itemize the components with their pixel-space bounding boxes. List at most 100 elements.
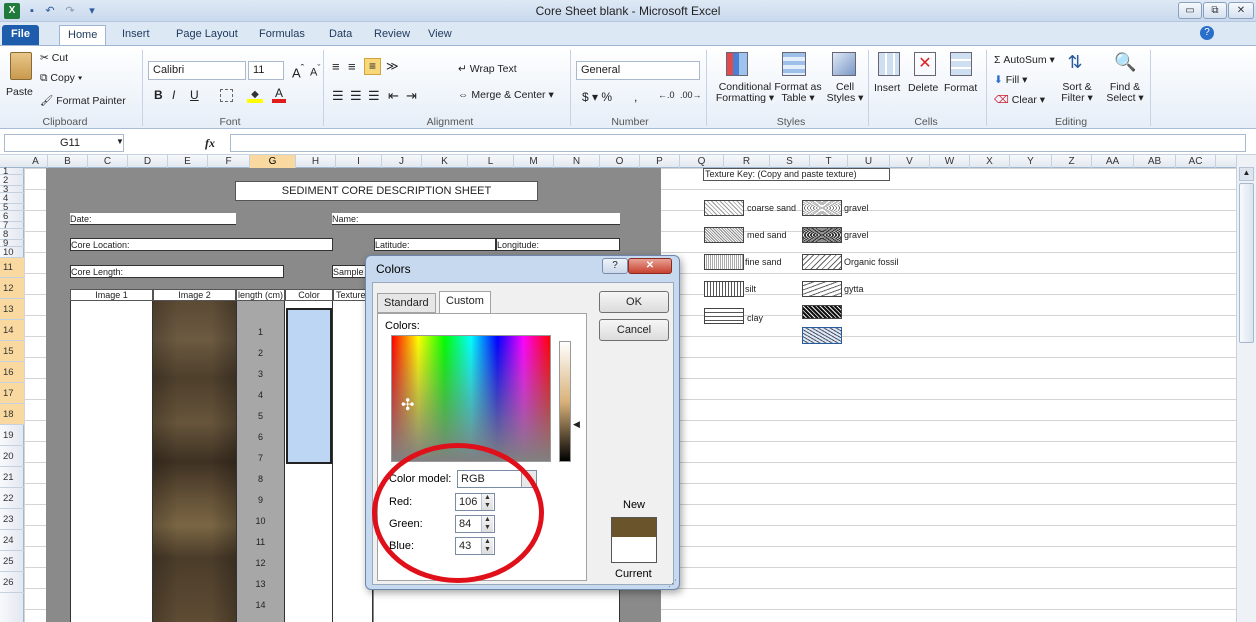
formula-input[interactable]: [230, 134, 1246, 152]
selected-color-range[interactable]: [286, 308, 332, 464]
find-select-button[interactable]: Find & Select ▾: [1102, 82, 1148, 104]
insert-cells-icon[interactable]: [878, 52, 900, 76]
column-header-u[interactable]: U: [848, 155, 890, 168]
conditional-formatting-icon[interactable]: [726, 52, 748, 76]
date-field[interactable]: Date:: [70, 213, 236, 225]
column-header-o[interactable]: O: [600, 155, 640, 168]
length-value[interactable]: 10: [237, 516, 284, 526]
name-box-dropdown-icon[interactable]: ▼: [116, 137, 124, 146]
tab-data[interactable]: Data: [321, 25, 360, 46]
length-value[interactable]: 2: [237, 348, 284, 358]
column-header-s[interactable]: S: [770, 155, 810, 168]
name-box[interactable]: G11: [4, 134, 124, 152]
underline-button[interactable]: U: [190, 88, 199, 102]
length-value[interactable]: 5: [237, 411, 284, 421]
column-header-f[interactable]: F: [208, 155, 250, 168]
vertical-scrollbar[interactable]: ▲: [1236, 155, 1256, 622]
dialog-help-button[interactable]: ?: [602, 258, 628, 274]
tab-insert[interactable]: Insert: [114, 25, 158, 46]
paste-icon[interactable]: [10, 52, 32, 80]
column-header-q[interactable]: Q: [680, 155, 724, 168]
gravel-2-swatch[interactable]: [802, 227, 842, 243]
format-painter-button[interactable]: 🖌 Format Painter: [40, 94, 126, 107]
font-name-select[interactable]: Calibri: [148, 61, 246, 80]
row-header-19[interactable]: 19: [0, 425, 24, 446]
column-header-v[interactable]: V: [890, 155, 930, 168]
column-header-e[interactable]: E: [168, 155, 208, 168]
header-image-2[interactable]: Image 2: [153, 289, 236, 301]
column-header-t[interactable]: T: [810, 155, 848, 168]
organic-fossil-swatch[interactable]: [802, 254, 842, 270]
delete-cells-icon[interactable]: ✕: [914, 52, 936, 76]
med-sand-swatch[interactable]: [704, 227, 744, 243]
align-center-icon[interactable]: ☰: [350, 88, 362, 104]
gravel-swatch[interactable]: [802, 200, 842, 216]
merge-center-button[interactable]: ⇔ Merge & Center ▾: [458, 89, 554, 101]
clear-button[interactable]: ⌫ Clear ▾: [994, 94, 1045, 106]
format-cells-button[interactable]: Format: [944, 82, 977, 94]
column-header-m[interactable]: M: [514, 155, 554, 168]
column-header-k[interactable]: K: [422, 155, 468, 168]
header-image-1[interactable]: Image 1: [70, 289, 153, 301]
row-header-13[interactable]: 13: [0, 299, 24, 320]
row-header-24[interactable]: 24: [0, 530, 24, 551]
number-format-select[interactable]: General: [576, 61, 700, 80]
wrap-text-button[interactable]: ↵ Wrap Text: [458, 63, 517, 75]
luminance-arrow-icon[interactable]: ◀: [573, 419, 580, 430]
header-length[interactable]: length (cm): [236, 289, 285, 301]
name-field[interactable]: Name:: [332, 213, 620, 225]
align-top-icon[interactable]: ≡: [332, 59, 340, 74]
column-header-c[interactable]: C: [88, 155, 128, 168]
scroll-up-icon[interactable]: ▲: [1239, 167, 1254, 181]
row-header-5[interactable]: 5: [0, 203, 24, 212]
fill-button[interactable]: ⬇ Fill ▾: [994, 74, 1027, 86]
tab-formulas[interactable]: Formulas: [251, 25, 313, 46]
help-icon[interactable]: ?: [1200, 26, 1214, 40]
format-as-table-button[interactable]: Format as Table ▾: [768, 82, 828, 104]
tab-standard[interactable]: Standard: [377, 293, 436, 313]
increase-decimal-icon[interactable]: ←.0: [658, 90, 675, 100]
italic-button[interactable]: I: [172, 88, 175, 102]
tab-home[interactable]: Home: [59, 25, 107, 47]
column-header-ab[interactable]: AB: [1134, 155, 1176, 168]
length-value[interactable]: 14: [237, 600, 284, 610]
borders-icon[interactable]: [220, 89, 233, 102]
fill-color-icon[interactable]: ◆: [247, 89, 263, 103]
core-length-field[interactable]: Core Length:: [70, 265, 284, 278]
format-table-icon[interactable]: [782, 52, 806, 76]
header-color[interactable]: Color: [285, 289, 333, 301]
sediment-core-image[interactable]: [153, 301, 236, 622]
column-header-aa[interactable]: AA: [1092, 155, 1134, 168]
length-value[interactable]: 6: [237, 432, 284, 442]
align-right-icon[interactable]: ☰: [368, 88, 380, 104]
column-header-b[interactable]: B: [48, 155, 88, 168]
row-header-21[interactable]: 21: [0, 467, 24, 488]
clay-swatch[interactable]: [704, 308, 744, 324]
column-header-r[interactable]: R: [724, 155, 770, 168]
sort-filter-icon[interactable]: ⇅: [1064, 52, 1086, 76]
length-value[interactable]: 11: [237, 537, 284, 547]
increase-indent-icon[interactable]: ⇥: [406, 88, 417, 104]
image-1-column[interactable]: [70, 301, 153, 622]
fx-icon[interactable]: fx: [205, 136, 215, 151]
shrink-font-icon[interactable]: Aˇ: [310, 63, 320, 79]
luminance-slider[interactable]: [559, 341, 571, 462]
length-value[interactable]: 8: [237, 474, 284, 484]
row-header-22[interactable]: 22: [0, 488, 24, 509]
length-column[interactable]: 123456789101112131415: [236, 301, 285, 622]
row-header-14[interactable]: 14: [0, 320, 24, 341]
column-header-g[interactable]: G: [250, 155, 296, 168]
comma-style-button[interactable]: ,: [634, 90, 637, 104]
column-header-z[interactable]: Z: [1052, 155, 1092, 168]
cut-button[interactable]: ✂ Cut: [40, 52, 68, 64]
row-header-15[interactable]: 15: [0, 341, 24, 362]
decrease-decimal-icon[interactable]: .00→: [680, 90, 702, 100]
row-header-23[interactable]: 23: [0, 509, 24, 530]
column-header-j[interactable]: J: [382, 155, 422, 168]
font-color-icon[interactable]: A: [272, 87, 286, 103]
row-header-1[interactable]: 1: [0, 167, 24, 176]
column-header-a[interactable]: A: [24, 155, 48, 168]
align-bottom-icon[interactable]: ≡: [364, 58, 381, 75]
ok-button[interactable]: OK: [599, 291, 669, 313]
orientation-icon[interactable]: ≫: [386, 59, 399, 73]
